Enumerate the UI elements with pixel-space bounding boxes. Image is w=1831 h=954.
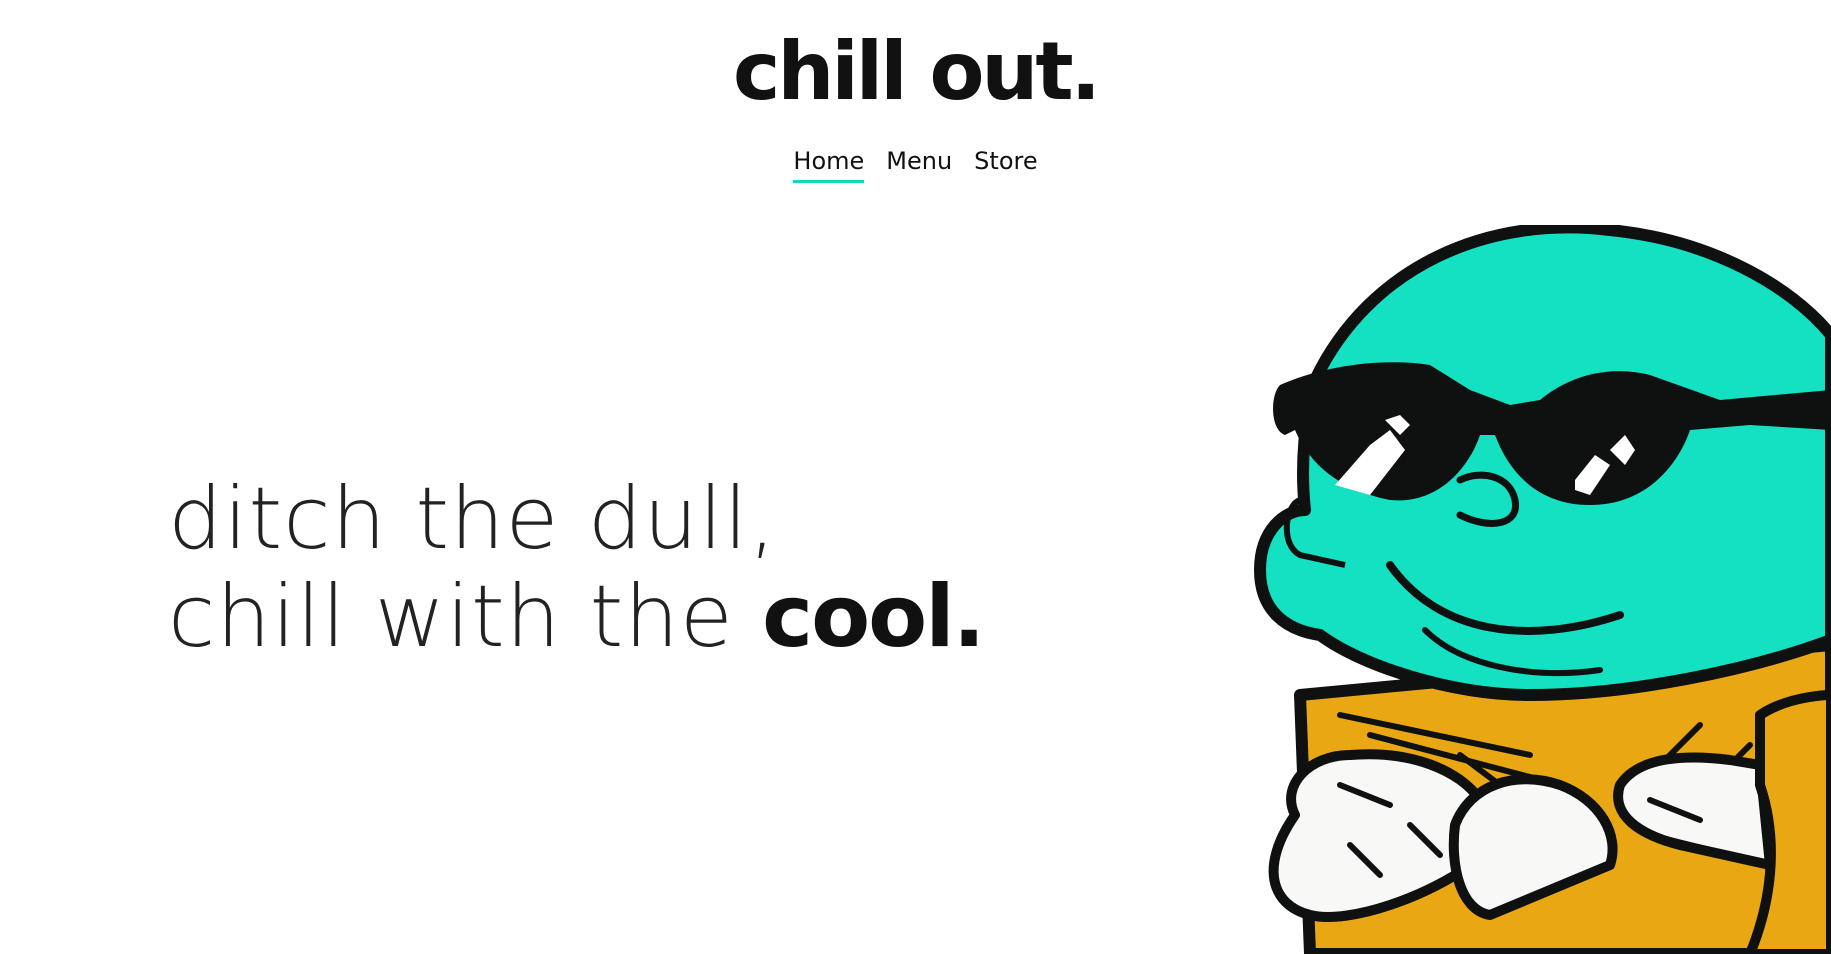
- brand-logo[interactable]: chill out.: [0, 24, 1831, 120]
- ice-cream-mascot-illustration: [1254, 225, 1831, 954]
- hero-tagline: ditch the dull, chill with the cool.: [168, 470, 1068, 666]
- main-nav: Home Menu Store: [0, 144, 1831, 183]
- nav-menu-link[interactable]: Menu: [886, 144, 952, 183]
- site-header: chill out. Home Menu Store: [0, 0, 1831, 190]
- tagline-line-1: ditch the dull,: [168, 469, 778, 569]
- nav-store-link[interactable]: Store: [974, 144, 1037, 183]
- tagline-line-2: chill with the cool.: [168, 568, 1068, 666]
- tagline-line-2-prefix: chill with the: [168, 567, 734, 667]
- tagline-highlight: cool.: [762, 567, 985, 667]
- nav-home-link[interactable]: Home: [793, 144, 865, 183]
